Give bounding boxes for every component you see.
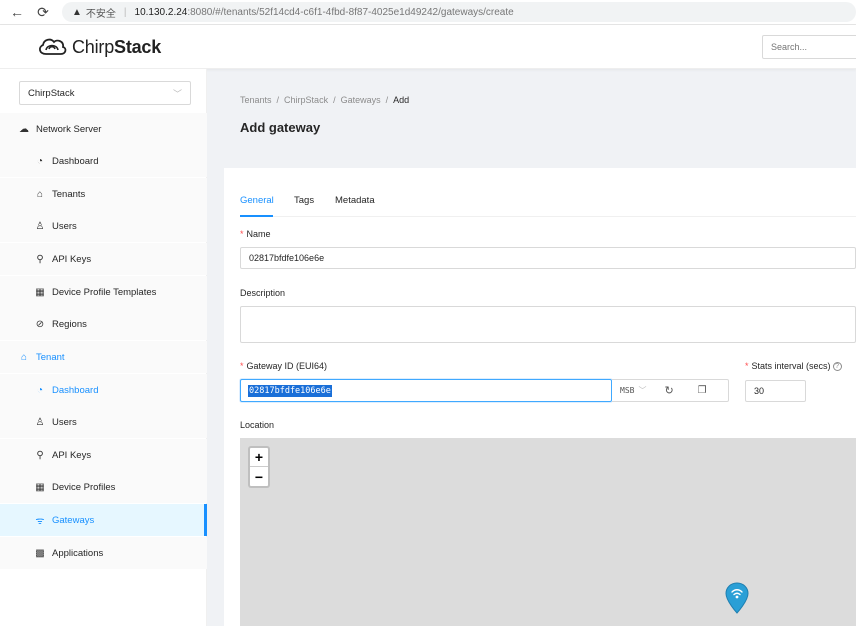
gateway-id-value: 02817bfdfe106e6e [248,384,332,397]
breadcrumb-add: Add [393,95,410,105]
description-label: Description [240,288,286,298]
menu-network-server[interactable]: ☁ Network Server [0,113,207,145]
user-icon: ♙ [35,416,45,428]
tenant-select-value: ChirpStack [28,87,75,99]
sidebar-item-device-profiles[interactable]: ▦ Device Profiles [0,471,207,503]
sidebar-item-ns-api-keys[interactable]: ⚲ API Keys [0,243,207,275]
brand-light: Chirp [72,36,115,57]
sidebar-item-gateways[interactable]: ᯤ Gateways [0,504,207,536]
menu-tenant[interactable]: ⌂ Tenant [0,341,207,373]
wifi-icon: ᯤ [35,516,45,527]
sidebar-item-tenant-api-keys[interactable]: ⚲ API Keys [0,439,207,471]
tab-general[interactable]: General [240,195,274,206]
sidebar-item-tenant-users[interactable]: ♙ Users [0,406,207,438]
gateway-id-addon: MSB ﹀ ↻ ❐ [612,379,729,402]
name-label: * Name [240,229,271,239]
sidebar: ChirpStack ﹀ ☁ Network Server ◔ Dashboar… [0,69,207,626]
stats-interval-field[interactable]: 30 [745,380,806,402]
chevron-down-icon: ﹀ [172,89,182,99]
insecure-label: 不安全 [85,8,116,20]
tab-bar: General Tags Metadata [240,185,856,217]
location-map[interactable]: + − [240,438,856,626]
browser-toolbar: ← ⟳ ▲ 不安全 | 10.130.2.24 :8080/#/tenants/… [0,0,856,25]
sidebar-item-applications[interactable]: ▩ Applications [0,537,207,569]
url-host: 10.130.2.24 [134,6,188,18]
zoom-in-button[interactable]: + [250,448,268,467]
user-icon: ♙ [35,220,45,232]
home-icon: ⌂ [36,188,44,200]
brand-bold: Stack [114,36,162,57]
tenant-select[interactable]: ChirpStack ﹀ [19,81,191,105]
address-bar[interactable]: ▲ 不安全 | 10.130.2.24 :8080/#/tenants/52f1… [62,2,856,22]
gateway-id-field[interactable]: 02817bfdfe106e6e [240,379,612,402]
copy-icon[interactable]: ❐ [698,385,707,396]
location-label: Location [240,420,275,430]
sidebar-item-regions[interactable]: ⊘ Regions [0,308,207,340]
key-icon: ⚲ [36,253,44,265]
dashboard-icon: ◔ [36,384,44,396]
breadcrumb-tenants[interactable]: Tenants [240,95,272,105]
chirpstack-logo-icon [39,38,67,55]
search-input[interactable] [762,35,856,59]
byte-order-select[interactable]: MSB [620,386,634,395]
app-header: ChirpStack [0,25,856,69]
warning-icon: ▲ [72,6,82,18]
arrow-left-icon[interactable]: ← [8,3,26,21]
sidebar-item-ns-users[interactable]: ♙ Users [0,210,207,242]
chirpstack-logo[interactable]: ChirpStack [36,34,161,60]
tab-metadata[interactable]: Metadata [335,195,375,206]
breadcrumb-chirpstack[interactable]: ChirpStack [284,95,328,105]
stats-interval-label: * Stats interval (secs)? [745,361,842,372]
apps-icon: ▩ [35,547,45,559]
zoom-out-button[interactable]: − [250,467,268,486]
name-field[interactable]: 02817bfdfe106e6e [240,247,856,269]
chevron-down-icon: ﹀ [638,386,647,395]
sidebar-item-tenants[interactable]: ⌂ Tenants [0,178,207,210]
breadcrumb-gateways[interactable]: Gateways [341,95,381,105]
tab-ink-bar [240,215,273,217]
home-icon: ⌂ [20,351,28,363]
description-field[interactable] [240,306,856,343]
dashboard-icon: ◔ [36,155,44,167]
key-icon: ⚲ [36,449,44,461]
sidebar-item-ns-dashboard[interactable]: ◔ Dashboard [0,145,207,177]
template-icon: ▦ [35,286,45,298]
tab-tags[interactable]: Tags [294,195,314,206]
question-icon[interactable]: ? [832,362,842,372]
page-title: Add gateway [240,120,321,135]
reload-icon[interactable]: ⟳ [34,3,52,21]
zoom-control: + − [248,446,270,488]
sidebar-item-device-profile-templates[interactable]: ▦ Device Profile Templates [0,276,207,308]
compass-icon: ⊘ [35,318,45,330]
map-marker-icon[interactable] [725,582,749,614]
url-path: :8080/#/tenants/52f14cd4-c6f1-4fbd-8f87-… [187,6,514,18]
template-icon: ▦ [35,481,45,493]
breadcrumb: Tenants / ChirpStack / Gateways / Add [240,95,410,105]
refresh-icon[interactable]: ↻ [664,384,673,397]
sidebar-item-tenant-dashboard[interactable]: ◔ Dashboard [0,374,207,406]
cloud-icon: ☁ [19,123,29,135]
gateway-id-label: * Gateway ID (EUI64) [240,361,328,371]
